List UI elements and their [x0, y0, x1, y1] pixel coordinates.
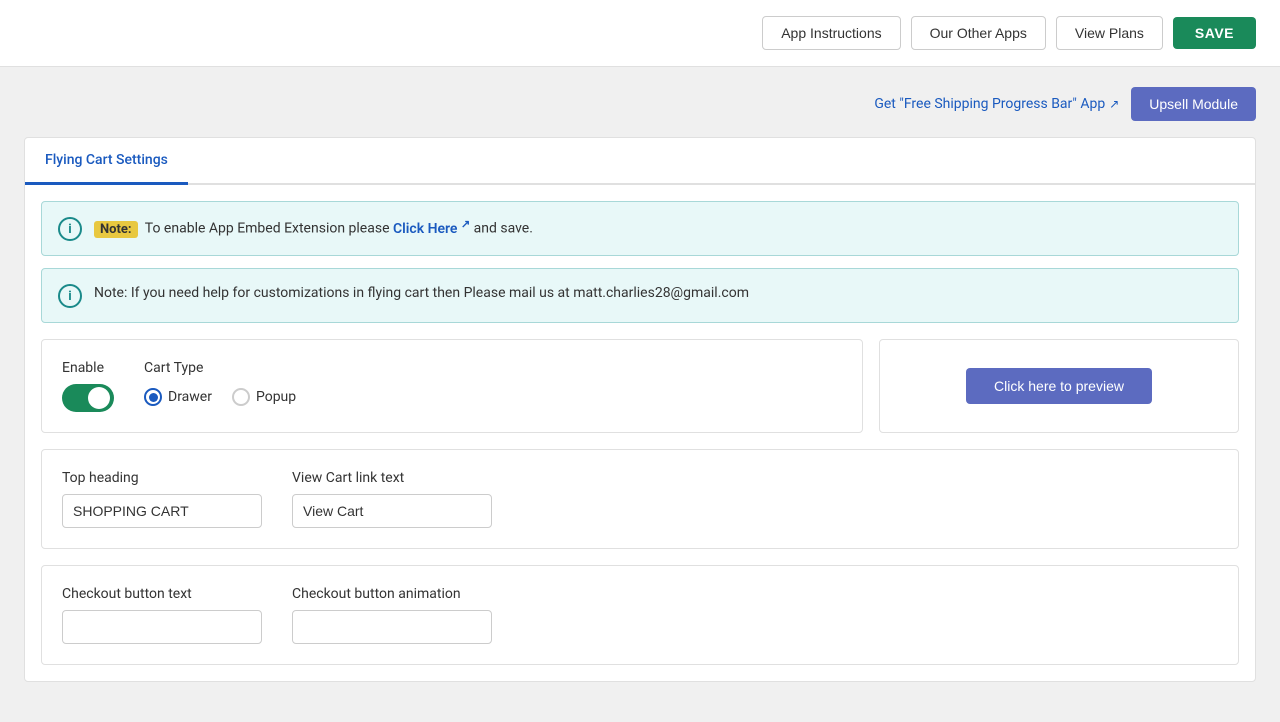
- view-cart-group: View Cart link text: [292, 470, 492, 528]
- enable-group: Enable: [62, 360, 114, 412]
- notice-customization-help: i Note: If you need help for customizati…: [41, 268, 1239, 323]
- checkout-animation-label: Checkout button animation: [292, 586, 492, 602]
- enable-toggle[interactable]: [62, 384, 114, 412]
- notice-text-2: Note: If you need help for customization…: [94, 283, 749, 304]
- upsell-module-button[interactable]: Upsell Module: [1131, 87, 1256, 121]
- preview-button[interactable]: Click here to preview: [966, 368, 1152, 404]
- form-row-1: Enable Cart Type: [62, 360, 842, 412]
- enable-cart-type-card: Enable Cart Type: [41, 339, 863, 433]
- checkout-button-text-label: Checkout button text: [62, 586, 262, 602]
- info-icon: i: [58, 217, 82, 241]
- app-instructions-button[interactable]: App Instructions: [762, 16, 900, 50]
- settings-body: i Note: To enable App Embed Extension pl…: [25, 185, 1255, 681]
- save-button[interactable]: SAVE: [1173, 17, 1256, 49]
- cart-type-label: Cart Type: [144, 360, 296, 376]
- cards-row-1: Enable Cart Type: [41, 339, 1239, 433]
- checkout-animation-group: Checkout button animation: [292, 586, 492, 644]
- external-link-icon-2: ↗: [461, 217, 470, 230]
- note-badge: Note:: [94, 221, 138, 238]
- popup-label: Popup: [256, 389, 296, 405]
- tabs-container: Flying Cart Settings i Note: To enable A…: [24, 137, 1256, 682]
- view-plans-button[interactable]: View Plans: [1056, 16, 1163, 50]
- heading-viewcart-card: Top heading View Cart link text: [41, 449, 1239, 549]
- main-content: Get "Free Shipping Progress Bar" App ↗ U…: [0, 67, 1280, 722]
- view-cart-input[interactable]: [292, 494, 492, 528]
- embed-extension-link[interactable]: Click Here ↗: [393, 221, 474, 237]
- cards-row-2: Top heading View Cart link text: [41, 449, 1239, 549]
- notice-embed-extension: i Note: To enable App Embed Extension pl…: [41, 201, 1239, 256]
- toggle-slider: [62, 384, 114, 412]
- drawer-label: Drawer: [168, 389, 212, 405]
- checkout-card: Checkout button text Checkout button ani…: [41, 565, 1239, 665]
- top-bar: Get "Free Shipping Progress Bar" App ↗ U…: [24, 87, 1256, 121]
- form-row-2: Top heading View Cart link text: [62, 470, 1218, 528]
- form-row-3: Checkout button text Checkout button ani…: [62, 586, 1218, 644]
- top-heading-group: Top heading: [62, 470, 262, 528]
- checkout-button-text-input[interactable]: [62, 610, 262, 644]
- radio-circle-drawer: [144, 388, 162, 406]
- enable-toggle-container: [62, 384, 114, 412]
- info-icon-2: i: [58, 284, 82, 308]
- free-shipping-link[interactable]: Get "Free Shipping Progress Bar" App ↗: [874, 96, 1119, 112]
- tabs-header: Flying Cart Settings: [25, 138, 1255, 185]
- radio-drawer[interactable]: Drawer: [144, 388, 212, 406]
- radio-popup[interactable]: Popup: [232, 388, 296, 406]
- other-apps-button[interactable]: Our Other Apps: [911, 16, 1046, 50]
- app-header: App Instructions Our Other Apps View Pla…: [0, 0, 1280, 67]
- preview-card: Click here to preview: [879, 339, 1239, 433]
- radio-circle-popup: [232, 388, 250, 406]
- top-heading-input[interactable]: [62, 494, 262, 528]
- top-heading-label: Top heading: [62, 470, 262, 486]
- checkout-animation-input[interactable]: [292, 610, 492, 644]
- cart-type-options: Drawer Popup: [144, 388, 296, 406]
- enable-label: Enable: [62, 360, 114, 376]
- cart-type-group: Cart Type Drawer Popup: [144, 360, 296, 406]
- tab-flying-cart-settings[interactable]: Flying Cart Settings: [25, 138, 188, 185]
- external-link-icon: ↗: [1109, 97, 1119, 111]
- checkout-button-text-group: Checkout button text: [62, 586, 262, 644]
- notice-text-1: Note: To enable App Embed Extension plea…: [94, 216, 533, 240]
- view-cart-label: View Cart link text: [292, 470, 492, 486]
